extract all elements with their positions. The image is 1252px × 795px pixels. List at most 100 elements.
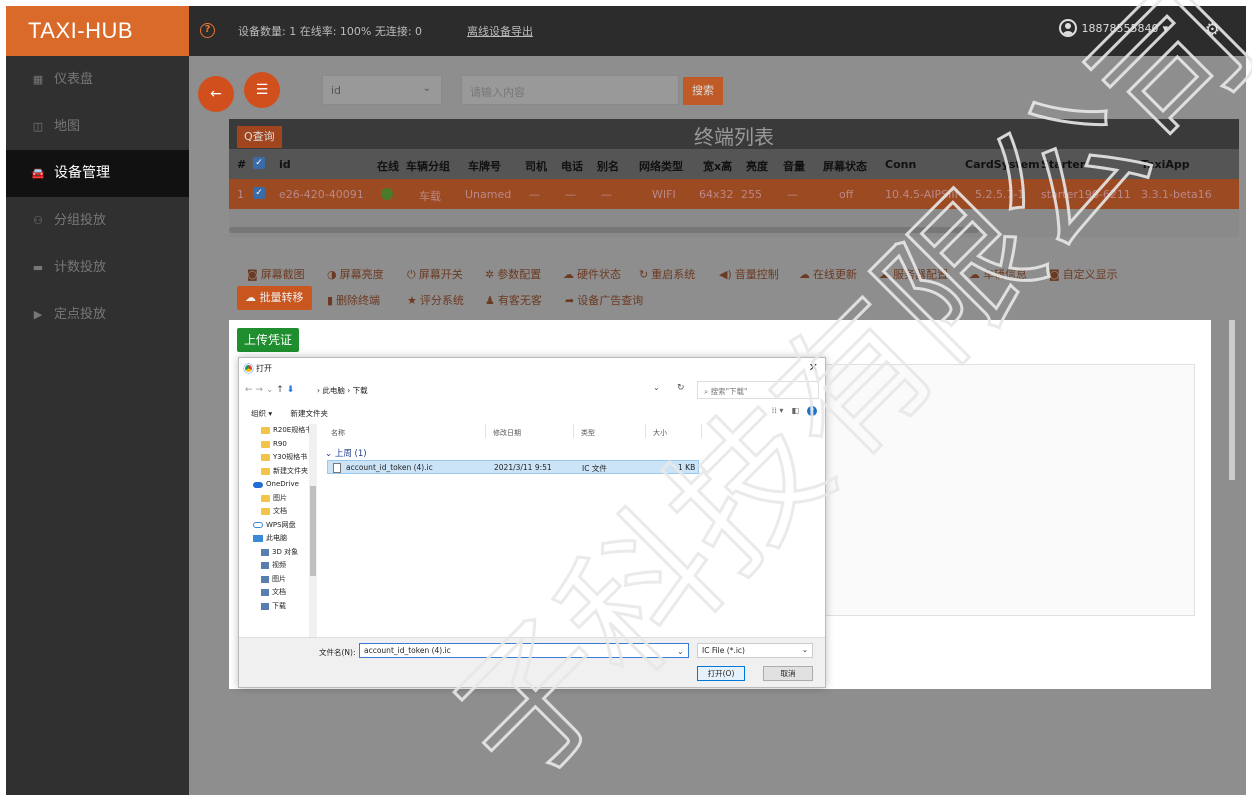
nav-scrollbar[interactable] bbox=[309, 424, 317, 642]
cell-taxiapp: 3.3.1-beta16 bbox=[1141, 188, 1212, 201]
open-button[interactable]: 打开(O) bbox=[697, 666, 745, 681]
organize-button[interactable]: 组织 ▾ bbox=[251, 409, 272, 418]
file-group-label[interactable]: ⌄ 上周 (1) bbox=[325, 447, 367, 459]
online-update-button[interactable]: ☁ 在线更新 bbox=[799, 266, 857, 282]
upload-credential-button[interactable]: 上传凭证 bbox=[237, 328, 300, 352]
chevron-down-icon: ⌄ bbox=[801, 645, 808, 654]
offline-export-link[interactable]: 离线设备导出 bbox=[467, 23, 533, 39]
param-config-button[interactable]: ✲ 参数配置 bbox=[485, 266, 541, 282]
passenger-status-button[interactable]: ♟ 有客无客 bbox=[485, 292, 542, 308]
restart-button[interactable]: ↻ 重启系统 bbox=[639, 266, 695, 282]
help-icon[interactable]: ? bbox=[807, 406, 817, 416]
file-row[interactable]: account_id_token (4).ic 2021/3/11 9:51 I… bbox=[327, 460, 699, 474]
cell-alias: — bbox=[601, 188, 612, 201]
sidebar-item-count-delivery[interactable]: ▬ 计数投放 bbox=[6, 244, 189, 291]
cell-conn: 10.4.5-AIPSIII bbox=[885, 188, 958, 201]
hardware-status-button[interactable]: ☁ 硬件状态 bbox=[563, 266, 621, 282]
group-icon: ⚇ bbox=[33, 214, 43, 227]
chevron-down-icon[interactable]: ⌄ bbox=[266, 385, 274, 395]
cell-size: 64x32 bbox=[699, 188, 734, 201]
cell-group: 车载 bbox=[419, 190, 441, 203]
sidebar: ▦ 仪表盘 ◫ 地图 🚘 设备管理 ⚇ 分组投放 ▬ 计数投放 ▶ 定点投放 bbox=[6, 56, 189, 795]
nav-item-label: 新建文件夹 bbox=[273, 466, 308, 475]
nav-item-label: Y30规格书 bbox=[273, 453, 308, 461]
up-arrow-icon[interactable]: ↑ bbox=[276, 385, 284, 395]
column-header-type[interactable]: 类型 bbox=[581, 428, 595, 438]
filetype-value: IC File (*.ic) bbox=[702, 646, 745, 655]
table-title: 终端列表 bbox=[694, 125, 774, 149]
user-menu[interactable]: 18878555840 ▾ bbox=[1059, 19, 1168, 37]
file-type: IC 文件 bbox=[582, 464, 607, 473]
vehicle-info-button[interactable]: ☁ 车辆信息 bbox=[969, 266, 1027, 282]
delete-terminal-button[interactable]: ▮ 删除终端 bbox=[327, 292, 380, 308]
table-row[interactable]: 1 ✓ e26-420-40091 车载 Unamed — — — WIFI 6… bbox=[229, 179, 1239, 209]
scroll-thumb[interactable] bbox=[310, 486, 316, 576]
dialog-search-input[interactable]: ⌕ 搜索"下载" bbox=[697, 381, 819, 399]
cloud-icon: ☁ bbox=[799, 268, 810, 281]
chevron-down-icon: ▾ bbox=[1162, 21, 1168, 35]
folder-icon bbox=[261, 440, 270, 448]
sidebar-item-fixed-point-delivery[interactable]: ▶ 定点投放 bbox=[6, 291, 189, 338]
batch-transfer-button[interactable]: ☁ 批量转移 bbox=[237, 286, 312, 310]
play-icon: ▶ bbox=[33, 308, 43, 321]
sidebar-item-group-delivery[interactable]: ⚇ 分组投放 bbox=[6, 197, 189, 244]
cancel-button[interactable]: 取消 bbox=[763, 666, 813, 681]
preview-pane-icon[interactable]: ◧ bbox=[791, 406, 799, 416]
rating-system-button[interactable]: ★ 评分系统 bbox=[407, 292, 464, 308]
screen-switch-button[interactable]: ⏻ 屏幕开关 bbox=[407, 266, 463, 282]
view-options-icon[interactable]: ⁞⁞ ▾ bbox=[772, 406, 784, 416]
ad-query-button[interactable]: ➦ 设备广告查询 bbox=[565, 292, 643, 308]
gear-icon[interactable]: ⚙ bbox=[1205, 20, 1220, 40]
sidebar-item-device-management[interactable]: 🚘 设备管理 bbox=[6, 150, 189, 197]
action-toolbar: ◙ 屏幕截图 ◑ 屏幕亮度 ⏻ 屏幕开关 ✲ 参数配置 ☁ 硬件状态 ↻ 重启系统 ◀) 音量… bbox=[229, 252, 1239, 314]
cell-screen-state: off bbox=[839, 188, 854, 201]
column-header-date[interactable]: 修改日期 bbox=[493, 428, 521, 438]
address-breadcrumb[interactable]: › 此电脑 › 下载 bbox=[317, 383, 677, 399]
new-folder-button[interactable]: 新建文件夹 bbox=[291, 409, 329, 418]
filename-input[interactable]: account_id_token (4).ic bbox=[359, 643, 689, 658]
column-divider bbox=[485, 424, 486, 438]
sidebar-item-dashboard[interactable]: ▦ 仪表盘 bbox=[6, 56, 189, 103]
dialog-title: 打开 bbox=[244, 363, 272, 374]
volume-button[interactable]: ◀) 音量控制 bbox=[719, 266, 779, 282]
column-header-size[interactable]: 大小 bbox=[653, 428, 667, 438]
brightness-button[interactable]: ◑ 屏幕亮度 bbox=[327, 266, 384, 282]
search-button[interactable]: 搜索 bbox=[683, 77, 723, 105]
filetype-select[interactable]: IC File (*.ic) ⌄ bbox=[697, 643, 813, 658]
col-header: 司机 bbox=[525, 160, 547, 173]
brand-logo[interactable]: TAXI-HUB bbox=[6, 6, 189, 56]
cell-volume: — bbox=[787, 188, 798, 201]
forward-arrow-icon[interactable]: → bbox=[255, 385, 263, 395]
custom-display-button[interactable]: ◙ 自定义显示 bbox=[1049, 266, 1118, 282]
row-checkbox[interactable]: ✓ bbox=[253, 187, 265, 199]
col-header: Starter bbox=[1041, 158, 1086, 171]
share-icon: ➦ bbox=[565, 294, 575, 307]
tool-label: 评分系统 bbox=[419, 294, 464, 307]
select-all-checkbox[interactable]: ✓ bbox=[253, 157, 265, 169]
col-header: 电话 bbox=[561, 160, 583, 173]
search-field-select[interactable]: id ⌄ bbox=[322, 75, 442, 105]
help-icon[interactable]: ? bbox=[200, 23, 215, 38]
breadcrumb-text: 此电脑 › 下载 bbox=[322, 386, 368, 395]
screenshot-button[interactable]: ◙ 屏幕截图 bbox=[247, 266, 305, 282]
search-input[interactable]: 请输入内容 bbox=[461, 75, 679, 105]
back-arrow-icon[interactable]: ← bbox=[245, 385, 253, 395]
filename-label: 文件名(N): bbox=[319, 648, 356, 657]
chevron-down-icon[interactable]: ⌄ bbox=[653, 383, 660, 392]
close-icon[interactable]: ✕ bbox=[809, 361, 818, 374]
refresh-icon[interactable]: ↻ bbox=[677, 383, 685, 393]
horizontal-scrollbar[interactable] bbox=[229, 227, 979, 233]
col-header: 音量 bbox=[783, 160, 805, 173]
view-controls: ⁞⁞ ▾ ◧ ? bbox=[772, 406, 817, 416]
nav-item-label: R20E规格书 bbox=[273, 426, 313, 434]
column-header-name[interactable]: 名称 bbox=[331, 428, 345, 438]
tool-label: 在线更新 bbox=[813, 268, 857, 281]
menu-button[interactable]: ☰ bbox=[244, 72, 280, 108]
server-config-button[interactable]: ☁ 服务器配置 bbox=[879, 266, 948, 282]
sidebar-item-map[interactable]: ◫ 地图 bbox=[6, 103, 189, 150]
chevron-down-icon[interactable]: ⌄ bbox=[677, 647, 684, 656]
cell-driver: — bbox=[529, 188, 540, 201]
col-header: CardSystem bbox=[965, 158, 1040, 171]
back-button[interactable]: ← bbox=[198, 76, 234, 112]
vertical-scrollbar[interactable] bbox=[1229, 320, 1235, 480]
